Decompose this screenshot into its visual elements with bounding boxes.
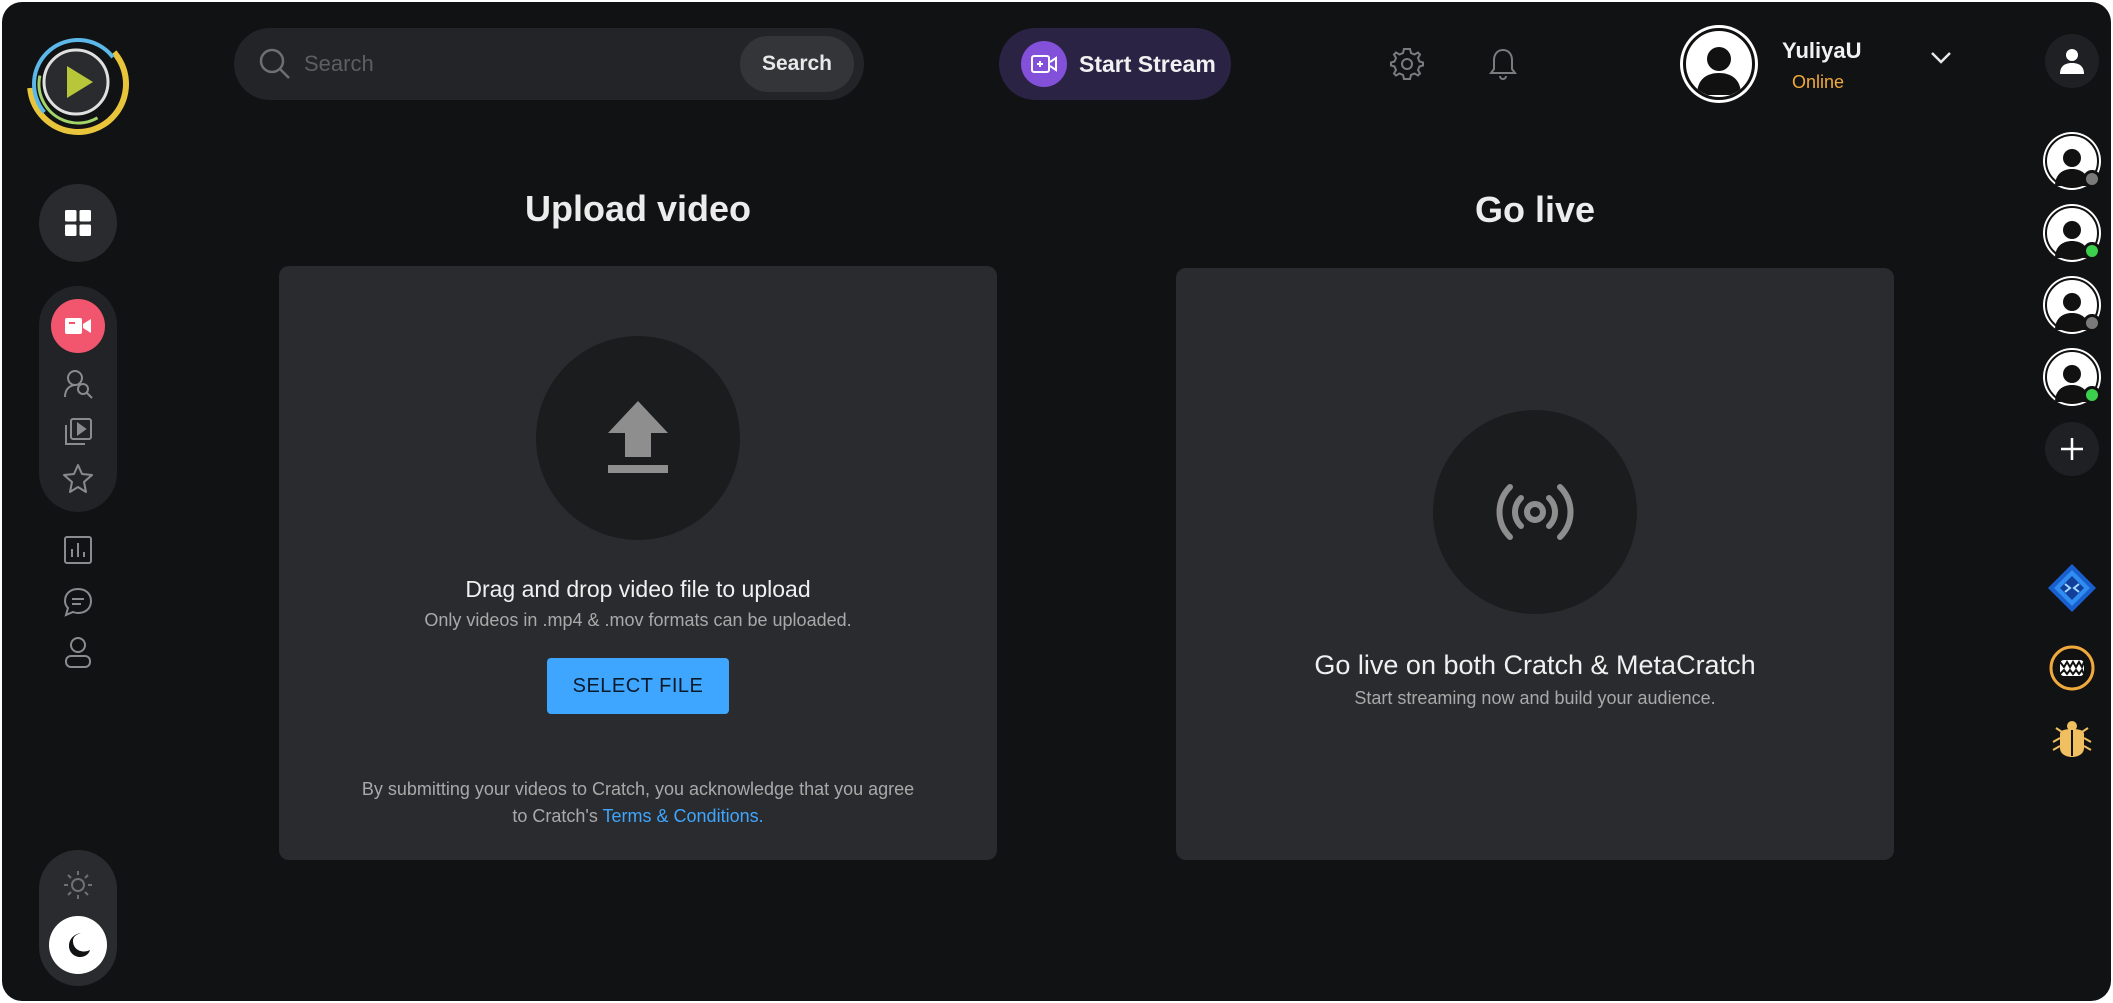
upload-panel: Drag and drop video file to upload Only … bbox=[279, 266, 997, 860]
broadcast-icon bbox=[1496, 484, 1574, 540]
scarab-app-button[interactable] bbox=[2046, 712, 2098, 764]
star-icon bbox=[63, 464, 93, 493]
upload-drag-title: Drag and drop video file to upload bbox=[465, 576, 811, 602]
live-panel: Go live on both Cratch & MetaCratch Star… bbox=[1176, 268, 1894, 860]
chat-button[interactable] bbox=[53, 582, 103, 622]
user-icon bbox=[2060, 49, 2084, 74]
sun-icon bbox=[64, 871, 92, 899]
terms-prefix: to Cratch's bbox=[512, 806, 603, 826]
notifications-button[interactable] bbox=[1481, 42, 1525, 86]
user-search-button[interactable] bbox=[53, 364, 103, 404]
profile-button[interactable] bbox=[53, 632, 103, 672]
start-stream-button[interactable]: Start Stream bbox=[999, 28, 1231, 100]
chevron-down-icon[interactable] bbox=[1924, 40, 1958, 74]
stream-camera-icon bbox=[1021, 41, 1067, 87]
friend-status-dot bbox=[2083, 242, 2101, 260]
friend-status-dot bbox=[2083, 314, 2101, 332]
scarab-icon bbox=[2052, 721, 2092, 757]
plus-icon bbox=[2061, 438, 2083, 460]
user-status: Online bbox=[1792, 72, 1845, 92]
analytics-button[interactable] bbox=[53, 530, 103, 570]
search-bar: Search bbox=[234, 28, 864, 100]
settings-button[interactable] bbox=[1385, 42, 1429, 86]
search-icon bbox=[259, 48, 290, 79]
record-video-button[interactable] bbox=[51, 299, 105, 353]
favorites-button[interactable] bbox=[53, 458, 103, 498]
app-frame: Search Start Stream YuliyaU On bbox=[2, 2, 2111, 1001]
terms-line-1: By submitting your videos to Cratch, you… bbox=[361, 779, 915, 799]
moon-icon bbox=[69, 933, 90, 957]
upload-formats-note: Only videos in .mp4 & .mov formats can b… bbox=[424, 610, 852, 630]
account-button[interactable] bbox=[2045, 34, 2099, 88]
friend-avatar[interactable] bbox=[2045, 350, 2101, 404]
user-avatar[interactable] bbox=[1683, 28, 1755, 100]
friend-status-dot bbox=[2083, 170, 2101, 188]
upload-drop-target[interactable] bbox=[536, 336, 740, 540]
upload-section-title: Upload video bbox=[524, 188, 752, 229]
video-camera-icon bbox=[65, 318, 91, 334]
friend-avatar[interactable] bbox=[2045, 134, 2101, 188]
add-friend-button[interactable] bbox=[2045, 422, 2099, 476]
dashboard-button[interactable] bbox=[39, 184, 117, 262]
friend-avatar[interactable] bbox=[2045, 278, 2101, 332]
upload-arrow-icon bbox=[608, 401, 668, 473]
chat-icon bbox=[63, 587, 93, 617]
bell-icon bbox=[1489, 48, 1517, 81]
video-library-button[interactable] bbox=[53, 412, 103, 452]
live-subtitle: Start streaming now and build your audie… bbox=[1354, 688, 1716, 708]
gear-icon bbox=[1390, 48, 1424, 80]
cratch-logo[interactable] bbox=[24, 30, 132, 138]
live-title: Go live on both Cratch & MetaCratch bbox=[1314, 650, 1756, 680]
upload-terms: By submitting your videos to Cratch, you… bbox=[279, 776, 997, 830]
start-stream-label: Start Stream bbox=[1079, 50, 1216, 77]
monster-mouth-icon bbox=[2049, 645, 2095, 691]
live-section-title: Go live bbox=[1474, 189, 1596, 230]
profile-icon bbox=[65, 637, 91, 668]
metacratch-diamond-icon bbox=[2048, 564, 2096, 612]
dashboard-icon bbox=[65, 210, 91, 236]
friend-status-dot bbox=[2083, 386, 2101, 404]
terms-conditions-link[interactable]: Terms & Conditions. bbox=[603, 806, 764, 826]
avatar-icon bbox=[1697, 47, 1741, 95]
user-search-icon bbox=[64, 370, 93, 399]
search-button[interactable]: Search bbox=[740, 36, 854, 92]
video-library-icon bbox=[65, 418, 92, 445]
metacratch-app-button[interactable] bbox=[2046, 562, 2098, 614]
terms-line-2: to Cratch's Terms & Conditions. bbox=[279, 803, 997, 830]
go-live-button[interactable] bbox=[1433, 410, 1637, 614]
user-name: YuliyaU bbox=[1782, 38, 1862, 63]
friend-avatar[interactable] bbox=[2045, 206, 2101, 260]
select-file-button[interactable]: SELECT FILE bbox=[547, 658, 729, 714]
analytics-icon bbox=[64, 536, 92, 564]
light-mode-button[interactable] bbox=[57, 864, 99, 906]
dark-mode-button[interactable] bbox=[49, 916, 107, 974]
monster-app-button[interactable] bbox=[2046, 642, 2098, 694]
search-input[interactable] bbox=[304, 51, 740, 77]
